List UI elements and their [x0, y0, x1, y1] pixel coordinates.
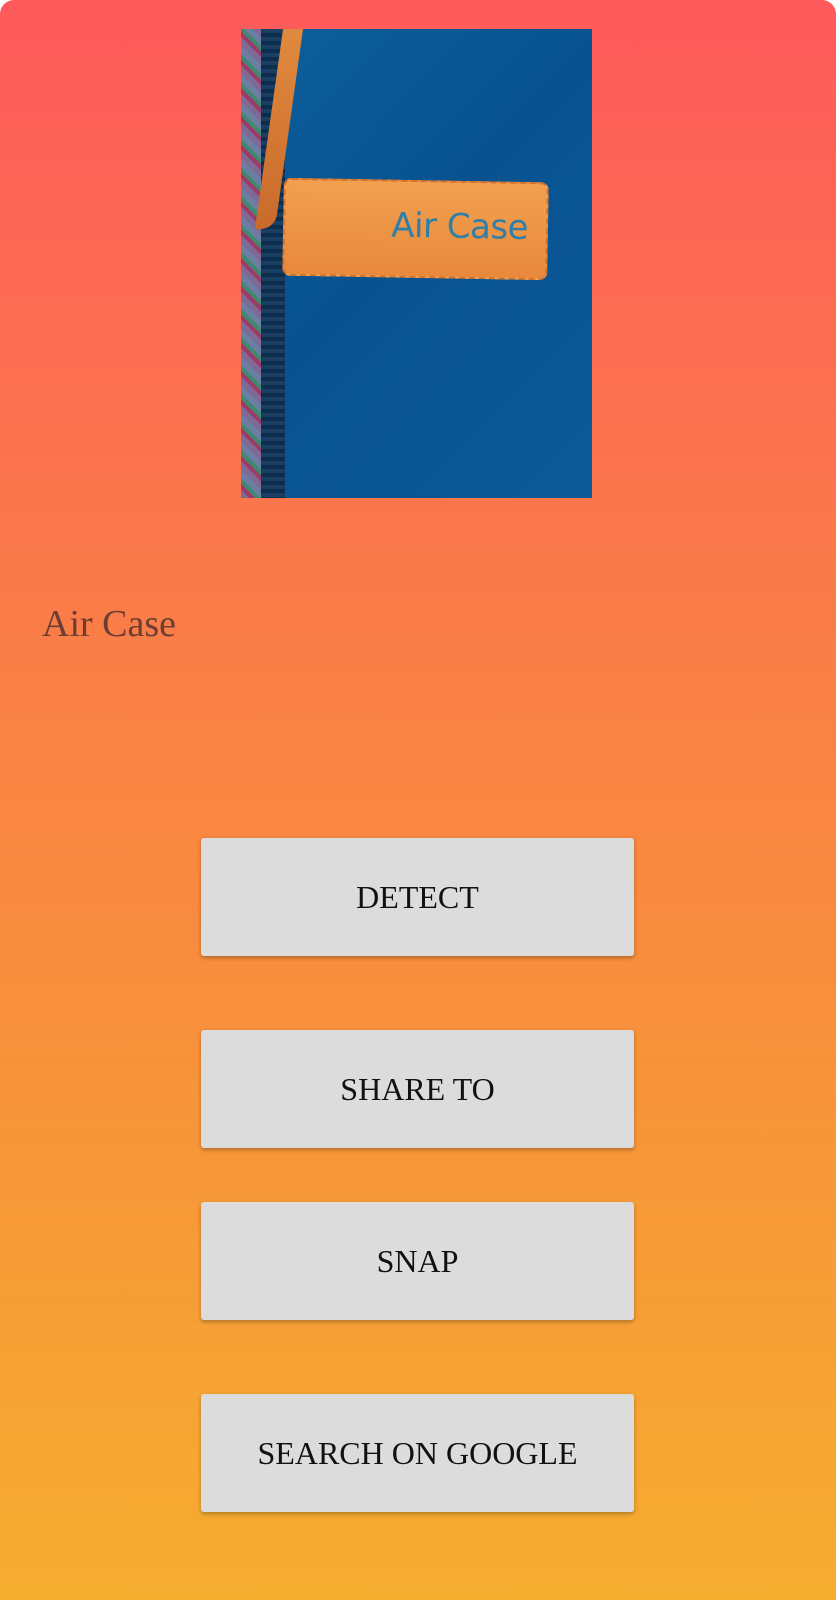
snap-button[interactable]: SNAP	[201, 1202, 634, 1320]
photo-tag-text: Air Case	[391, 205, 529, 248]
detect-button[interactable]: DETECT	[201, 838, 634, 956]
search-on-google-button[interactable]: SEARCH ON GOOGLE	[201, 1394, 634, 1512]
captured-photo: Air Case	[241, 29, 592, 498]
photo-tag: Air Case	[282, 177, 549, 281]
detection-result: Air Case	[42, 603, 177, 645]
share-to-button[interactable]: SHARE TO	[201, 1030, 634, 1148]
app-screen: Air Case Air Case DETECT SHARE TO SNAP S…	[0, 0, 836, 1600]
